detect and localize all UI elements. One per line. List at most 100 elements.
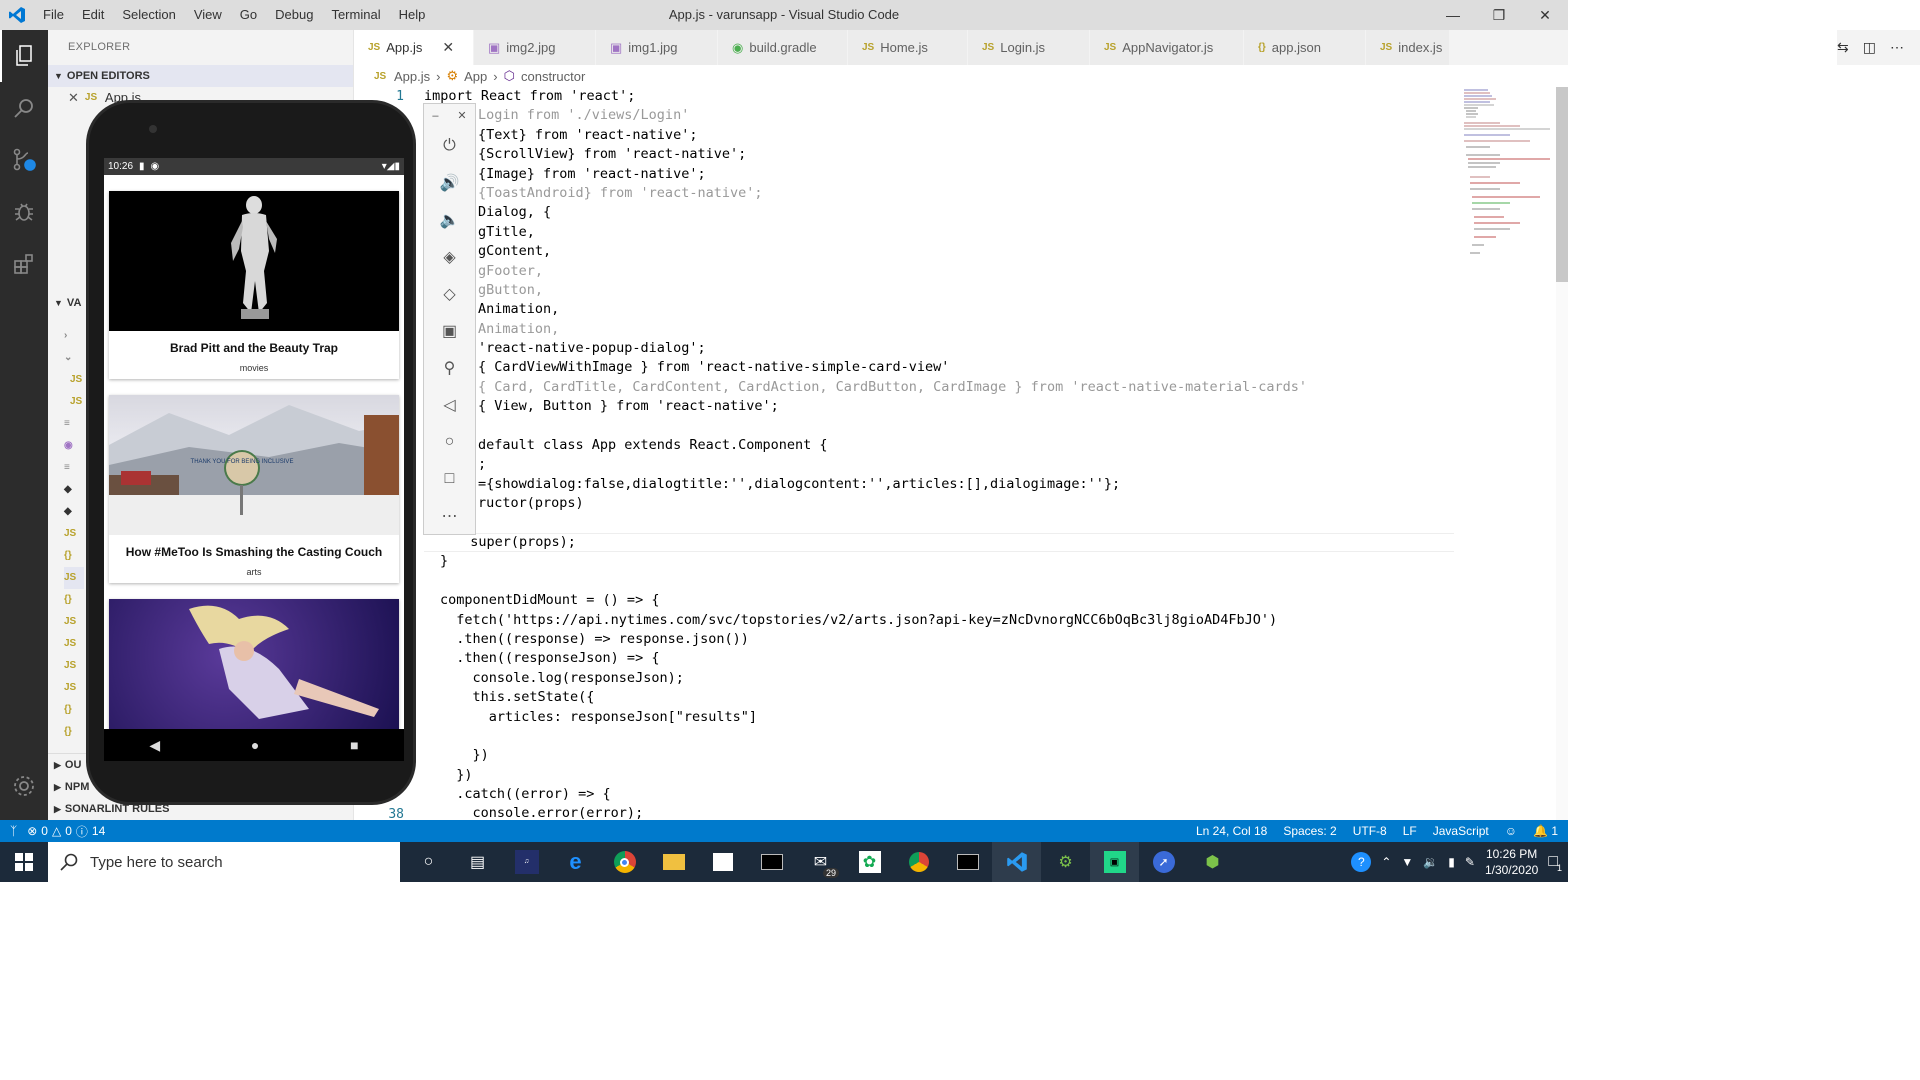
tree-row[interactable]: ◉ [64,435,84,457]
tree-row[interactable]: ◆ [64,501,84,523]
tree-row[interactable]: {} [64,721,84,743]
code-line[interactable] [424,727,1307,746]
pen-icon[interactable]: ✎ [1465,855,1475,869]
encoding[interactable]: UTF-8 [1353,824,1387,838]
tree-row[interactable]: JS [64,677,84,699]
edge-browser-icon[interactable]: e [551,842,600,882]
line-ending[interactable]: LF [1403,824,1417,838]
android-studio-icon[interactable]: ⚙ [1041,842,1090,882]
menu-file[interactable]: File [34,0,73,30]
mail-icon[interactable]: ✉ 29 [796,842,845,882]
node-icon[interactable]: ⬢ [1188,842,1237,882]
tree-row[interactable]: ⌄ [64,347,84,369]
menu-edit[interactable]: Edit [73,0,113,30]
code-line[interactable]: {ToastAndroid} from 'react-native'; [424,184,1307,203]
code-line[interactable]: articles: responseJson["results"] [424,708,1307,727]
menu-selection[interactable]: Selection [113,0,184,30]
close-icon[interactable]: ✕ [68,87,79,109]
tab-img2[interactable]: ▣ img2.jpg [474,30,596,65]
minimize-icon[interactable]: – [432,110,438,122]
volume-up-icon[interactable]: 🔊 [423,165,476,202]
code-line[interactable]: } [424,552,1307,571]
feedback-smiley-icon[interactable]: ☺ [1505,824,1517,838]
tree-row[interactable]: JS [64,567,84,589]
tree-row[interactable]: ≡ [64,413,84,435]
code-line[interactable]: default class App extends React.Componen… [424,436,1307,455]
mongodb-icon[interactable]: ✿ [845,842,894,882]
volume-down-icon[interactable]: 🔈 [423,202,476,239]
tab-login-js[interactable]: JS Login.js [968,30,1090,65]
settings-gear-icon[interactable] [0,760,48,812]
code-line[interactable]: gTitle, [424,223,1307,242]
tab-build-gradle[interactable]: ◉ build.gradle [718,30,848,65]
code-line[interactable]: console.log(responseJson); [424,669,1307,688]
rotate-left-icon[interactable]: ◈ [423,239,476,276]
code-line[interactable]: super(props); [424,533,1307,552]
tree-row[interactable]: {} [64,589,84,611]
code-line[interactable]: console.error(error); [424,804,1307,820]
code-content[interactable]: import React from 'react'; Login from './… [424,87,1307,820]
phone-screen[interactable]: 10:26 ▮ ◉ ▾◢▮ Brad Pitt and the Beauty T… [104,158,404,729]
code-line[interactable]: .catch((error) => { [424,785,1307,804]
code-line[interactable]: { Card, CardTitle, CardContent, CardActi… [424,378,1307,397]
rotate-right-icon[interactable]: ◇ [423,276,476,313]
code-line[interactable]: ={showdialog:false,dialogtitle:'',dialog… [424,475,1307,494]
pycharm-icon[interactable]: ▣ [1090,842,1139,882]
tab-appnavigator-js[interactable]: JS AppNavigator.js [1090,30,1244,65]
code-line[interactable]: }) [424,766,1307,785]
tree-row[interactable]: JS [64,391,84,413]
taskbar-search[interactable]: Type here to search [48,842,400,882]
code-line[interactable]: Animation, [424,300,1307,319]
zoom-icon[interactable]: ⚲ [423,349,476,386]
close-icon[interactable]: ✕ [442,39,454,56]
terminal-icon[interactable] [943,842,992,882]
task-view-icon[interactable]: ▤ [453,842,502,882]
tree-row[interactable]: ≡ [64,457,84,479]
code-line[interactable]: gContent, [424,242,1307,261]
tree-row[interactable]: JS [64,523,84,545]
problems-indicator[interactable]: ⊗ 0 △ 0 ⓘ 14 [27,823,105,840]
code-line[interactable]: ; [424,455,1307,474]
code-line[interactable] [424,514,1307,533]
code-line[interactable]: {Image} from 'react-native'; [424,165,1307,184]
search-icon[interactable] [0,82,48,134]
more-actions-icon[interactable]: ⋯ [1890,39,1904,56]
tree-row[interactable]: ◆ [64,479,84,501]
recents-icon[interactable]: ■ [350,737,358,753]
tab-app-json[interactable]: {} app.json [1244,30,1366,65]
code-line[interactable]: { View, Button } from 'react-native'; [424,397,1307,416]
restore-icon[interactable]: ❐ [1476,0,1522,30]
explorer-icon[interactable] [0,30,48,82]
help-icon[interactable]: ? [1351,852,1372,872]
open-editors-section[interactable]: ▼ OPEN EDITORS [48,65,353,87]
code-line[interactable] [424,417,1307,436]
menu-debug[interactable]: Debug [266,0,322,30]
cortana-icon[interactable]: ○ [404,842,453,882]
tab-index-js[interactable]: JS index.js [1366,30,1450,65]
code-line[interactable]: .then((responseJson) => { [424,649,1307,668]
compare-icon[interactable]: ⇆ [1837,39,1849,56]
home-icon[interactable]: ○ [423,423,476,460]
split-editor-icon[interactable]: ◫ [1863,39,1876,56]
debug-icon[interactable] [0,186,48,238]
code-line[interactable]: {Text} from 'react-native'; [424,126,1307,145]
back-icon[interactable]: ◀ [149,737,160,754]
code-line[interactable]: Login from './views/Login' [424,106,1307,125]
tree-row[interactable]: JS [64,633,84,655]
chrome-app-icon[interactable] [894,842,943,882]
breadcrumb-member[interactable]: constructor [521,69,585,84]
article-card[interactable]: THANK YOU FOR BEING INCLUSIVE How #MeToo… [109,395,399,583]
power-icon[interactable]: ⏻ [423,128,476,165]
screenshot-camera-icon[interactable]: ▣ [423,313,476,350]
code-line[interactable]: gButton, [424,281,1307,300]
cursor-position[interactable]: Ln 24, Col 18 [1196,824,1267,838]
network-icon[interactable]: ▼ [1401,855,1413,869]
amazon-music-icon[interactable]: ♫ [502,842,551,882]
tab-img1[interactable]: ▣ img1.jpg [596,30,718,65]
code-line[interactable]: {ScrollView} from 'react-native'; [424,145,1307,164]
code-line[interactable]: ructor(props) [424,494,1307,513]
code-line[interactable]: fetch('https://api.nytimes.com/svc/topst… [424,611,1307,630]
safari-compass-icon[interactable]: ➚ [1139,842,1188,882]
article-card[interactable] [109,599,399,729]
tree-row[interactable]: JS [64,611,84,633]
